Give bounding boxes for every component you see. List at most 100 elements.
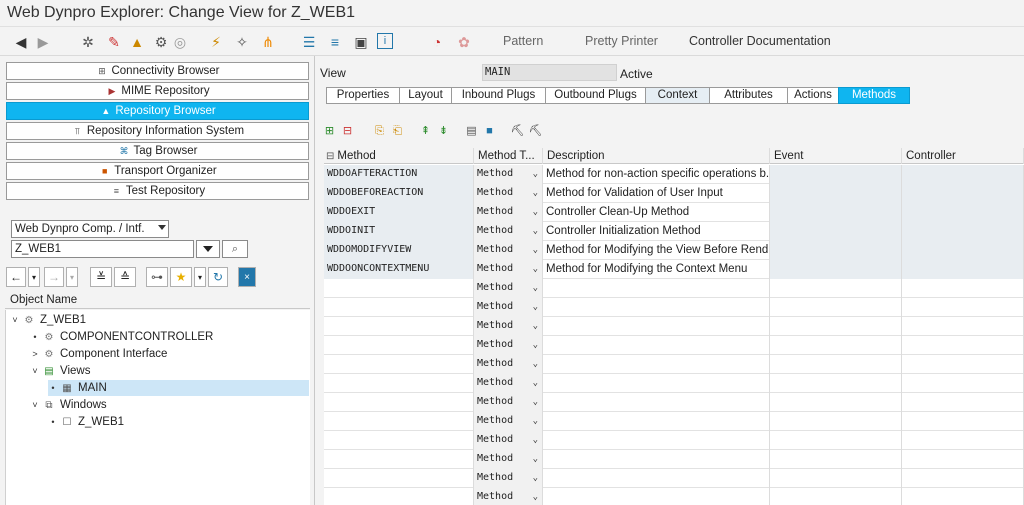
table-cell-controller[interactable] bbox=[902, 431, 1024, 450]
table-cell-type[interactable]: Method ⌄ bbox=[474, 488, 543, 505]
chevron-down-icon[interactable]: ⌄ bbox=[533, 222, 538, 240]
table-cell-event[interactable] bbox=[770, 241, 902, 260]
table-cell-event[interactable] bbox=[770, 184, 902, 203]
deselect-all-icon[interactable]: ■ bbox=[482, 124, 497, 139]
table-cell-description[interactable] bbox=[543, 374, 770, 393]
activate-icon[interactable]: ◎ bbox=[171, 33, 189, 51]
table-cell-event[interactable] bbox=[770, 393, 902, 412]
chevron-down-icon[interactable]: ⌄ bbox=[533, 184, 538, 202]
table-cell-event[interactable] bbox=[770, 203, 902, 222]
favorites-dropdown-icon[interactable]: ▾ bbox=[194, 267, 206, 287]
navigation-window-icon[interactable]: ≡ bbox=[326, 33, 344, 51]
chevron-down-icon[interactable]: ⌄ bbox=[533, 165, 538, 183]
connectivity-browser-button[interactable]: ⊞ Connectivity Browser bbox=[6, 62, 309, 80]
table-cell-controller[interactable] bbox=[902, 355, 1024, 374]
expand-icon[interactable]: ˅ bbox=[30, 363, 40, 379]
transport-organizer-button[interactable]: ■ Transport Organizer bbox=[6, 162, 309, 180]
table-cell-controller[interactable] bbox=[902, 260, 1024, 279]
select-all-icon[interactable]: ▤ bbox=[464, 124, 479, 139]
table-row[interactable]: WDDOBEFOREACTION Method ⌄ Method for Valida… bbox=[324, 184, 1024, 203]
pattern-button[interactable]: Pattern bbox=[503, 34, 543, 48]
table-cell-event[interactable] bbox=[770, 336, 902, 355]
chevron-down-icon[interactable]: ⌄ bbox=[533, 450, 538, 468]
table-cell-description[interactable] bbox=[543, 488, 770, 505]
table-cell-type[interactable]: Method ⌄ bbox=[474, 279, 543, 298]
back-arrow-icon[interactable]: ◀ bbox=[12, 33, 30, 51]
close-icon[interactable]: × bbox=[238, 267, 256, 287]
table-cell-controller[interactable] bbox=[902, 298, 1024, 317]
table-cell-event[interactable] bbox=[770, 165, 902, 184]
table-cell-type[interactable]: Method ⌄ bbox=[474, 165, 543, 184]
info-icon[interactable]: i bbox=[377, 33, 393, 49]
table-cell-method[interactable]: WDDOEXIT bbox=[324, 203, 474, 222]
table-cell-type[interactable]: Method ⌄ bbox=[474, 336, 543, 355]
column-header-method[interactable]: ⊟ Method bbox=[324, 148, 474, 164]
web-icon[interactable]: ✿ bbox=[455, 33, 473, 51]
table-row[interactable]: WDDOINIT Method ⌄ Controller Initialization… bbox=[324, 222, 1024, 241]
object-type-select[interactable]: Web Dynpro Comp. / Intf. bbox=[11, 220, 169, 238]
table-cell-controller[interactable] bbox=[902, 165, 1024, 184]
column-header-event[interactable]: Event bbox=[770, 148, 902, 164]
display-object-button[interactable]: ⌕ bbox=[222, 240, 248, 258]
table-cell-event[interactable] bbox=[770, 374, 902, 393]
expand-icon[interactable]: > bbox=[30, 346, 40, 362]
tree-node-component-interface[interactable]: > ⚙ Component Interface bbox=[30, 346, 167, 362]
column-header-controller[interactable]: Controller bbox=[902, 148, 1024, 164]
expand-all-icon[interactable]: ≚ bbox=[90, 267, 112, 287]
table-cell-controller[interactable] bbox=[902, 241, 1024, 260]
expand-icon[interactable]: ˅ bbox=[10, 312, 20, 328]
table-cell-controller[interactable] bbox=[902, 184, 1024, 203]
table-cell-type[interactable]: Method ⌄ bbox=[474, 203, 543, 222]
table-row[interactable]: WDDOMODIFYVIEW Method ⌄ Method for Modifyin… bbox=[324, 241, 1024, 260]
table-cell-event[interactable] bbox=[770, 488, 902, 505]
table-cell-event[interactable] bbox=[770, 431, 902, 450]
table-row[interactable]: Method ⌄ bbox=[324, 298, 1024, 317]
chevron-down-icon[interactable]: ⌄ bbox=[533, 260, 538, 278]
tab-outbound-plugs[interactable]: Outbound Plugs bbox=[545, 87, 645, 104]
table-row[interactable]: Method ⌄ bbox=[324, 488, 1024, 505]
table-row[interactable]: WDDOAFTERACTION Method ⌄ Method for non-act… bbox=[324, 165, 1024, 184]
refresh-icon[interactable]: ↻ bbox=[208, 267, 228, 287]
chevron-down-icon[interactable]: ⌄ bbox=[533, 279, 538, 297]
table-cell-type[interactable]: Method ⌄ bbox=[474, 450, 543, 469]
table-cell-type[interactable]: Method ⌄ bbox=[474, 374, 543, 393]
chevron-down-icon[interactable]: ⌄ bbox=[533, 431, 538, 449]
table-cell-event[interactable] bbox=[770, 355, 902, 374]
table-cell-event[interactable] bbox=[770, 279, 902, 298]
test-repository-button[interactable]: ≡ Test Repository bbox=[6, 182, 309, 200]
table-cell-method[interactable] bbox=[324, 431, 474, 450]
sort-descending-icon[interactable]: ⇟ bbox=[436, 124, 451, 139]
column-header-description[interactable]: Description bbox=[543, 148, 770, 164]
table-cell-controller[interactable] bbox=[902, 374, 1024, 393]
table-cell-controller[interactable] bbox=[902, 450, 1024, 469]
insert-row-icon[interactable]: ⊞ bbox=[322, 124, 337, 139]
collapse-all-icon[interactable]: ≙ bbox=[114, 267, 136, 287]
layout-icon[interactable]: ▣ bbox=[352, 33, 370, 51]
paste-icon[interactable]: ⎗ bbox=[390, 124, 405, 139]
table-cell-event[interactable] bbox=[770, 469, 902, 488]
other-object-icon[interactable]: ✲ bbox=[79, 33, 97, 51]
tab-layout[interactable]: Layout bbox=[399, 87, 451, 104]
display-change-icon[interactable]: ✎ bbox=[105, 33, 123, 51]
tree-node-component[interactable]: ˅ ⚙ Z_WEB1 bbox=[10, 312, 86, 328]
tab-inbound-plugs[interactable]: Inbound Plugs bbox=[451, 87, 545, 104]
table-cell-description[interactable] bbox=[543, 279, 770, 298]
chevron-down-icon[interactable]: ⌄ bbox=[533, 355, 538, 373]
table-cell-controller[interactable] bbox=[902, 393, 1024, 412]
table-cell-controller[interactable] bbox=[902, 469, 1024, 488]
table-cell-event[interactable] bbox=[770, 298, 902, 317]
table-cell-method[interactable] bbox=[324, 412, 474, 431]
table-row[interactable]: Method ⌄ bbox=[324, 431, 1024, 450]
chevron-down-icon[interactable]: ⌄ bbox=[533, 203, 538, 221]
table-cell-description[interactable]: Method for Modifying the View Before Ren… bbox=[543, 241, 770, 260]
check-icon[interactable]: ⚙ bbox=[152, 33, 170, 51]
table-cell-description[interactable] bbox=[543, 431, 770, 450]
table-cell-type[interactable]: Method ⌄ bbox=[474, 260, 543, 279]
tree-node-windows[interactable]: ˅ ⧉ Windows bbox=[30, 397, 106, 413]
mime-repository-button[interactable]: ▶ MIME Repository bbox=[6, 82, 309, 100]
controller-documentation-button[interactable]: Controller Documentation bbox=[689, 34, 831, 48]
table-cell-type[interactable]: Method ⌄ bbox=[474, 412, 543, 431]
table-cell-method[interactable]: WDDOAFTERACTION bbox=[324, 165, 474, 184]
table-cell-method[interactable] bbox=[324, 317, 474, 336]
table-cell-controller[interactable] bbox=[902, 336, 1024, 355]
